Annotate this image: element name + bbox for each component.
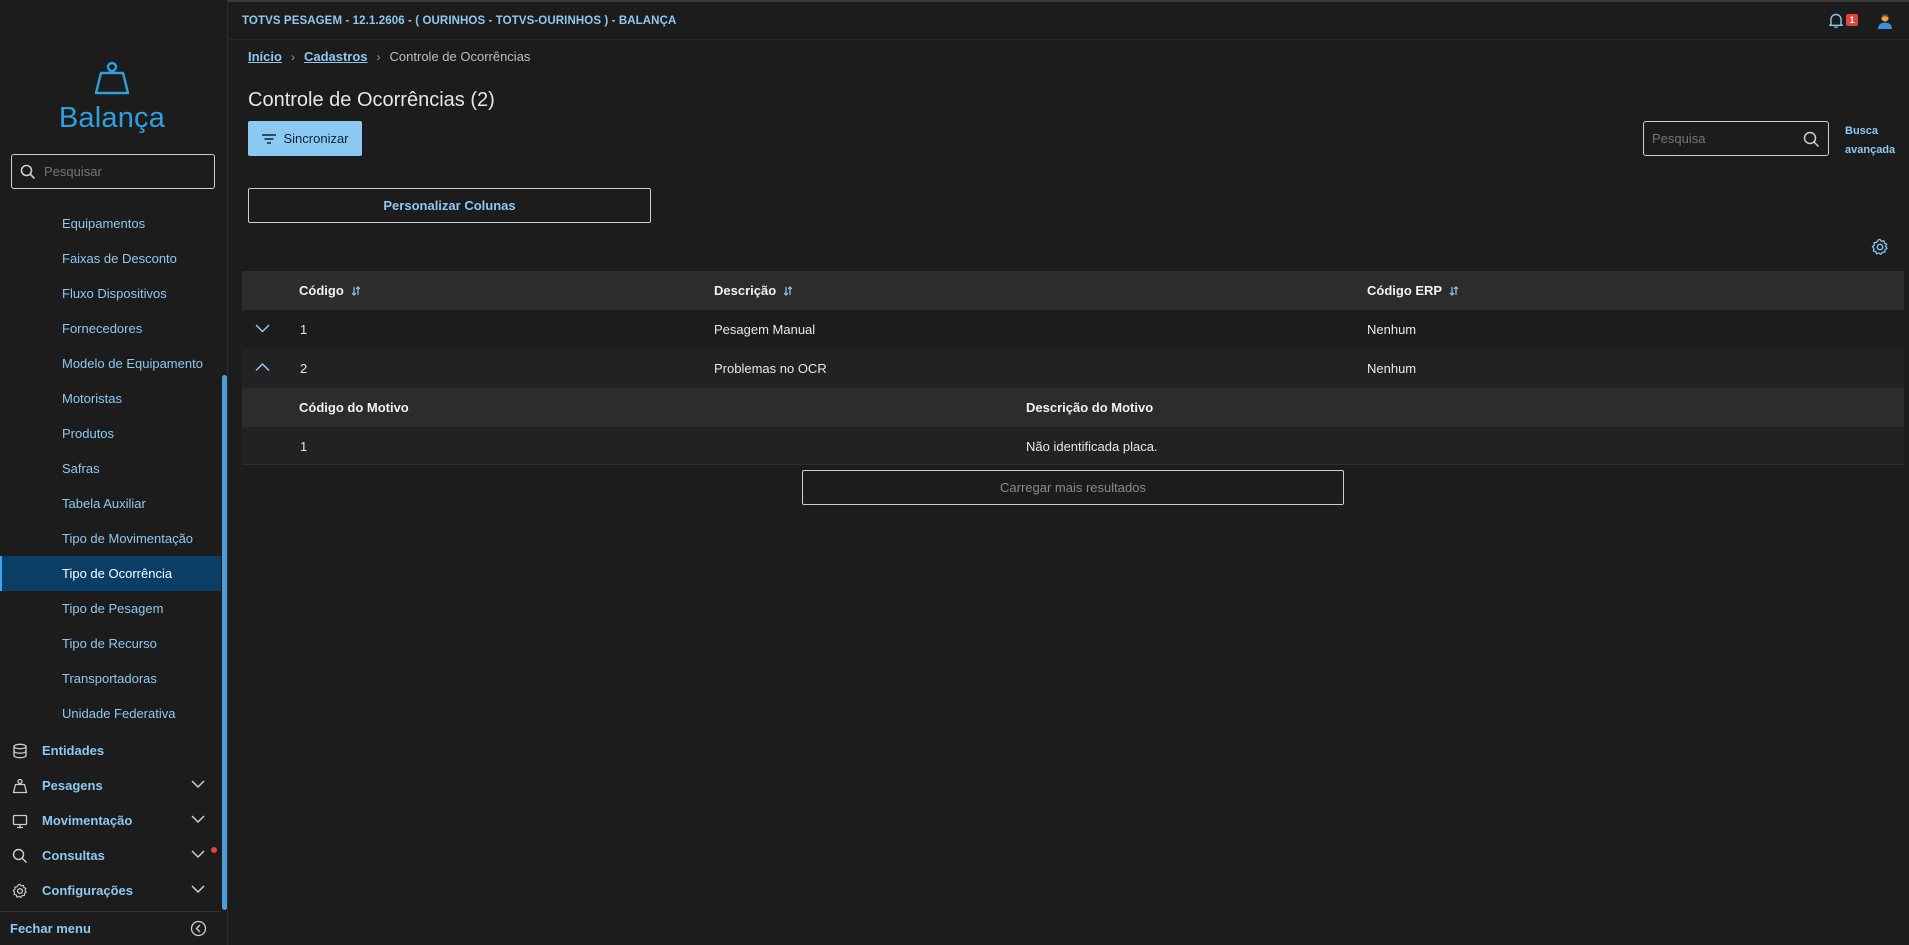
- cell-codigo-erp: Nenhum: [1367, 361, 1417, 376]
- column-header-label: Descrição: [714, 283, 777, 298]
- sidebar-scrollbar[interactable]: [222, 375, 227, 910]
- column-header-label: Código: [299, 283, 344, 298]
- breadcrumb-cadastros-link[interactable]: Cadastros: [304, 49, 368, 64]
- weight-icon: [12, 778, 28, 793]
- sort-icon: [1449, 285, 1459, 296]
- sidebar-item-fluxo-dispositivos[interactable]: Fluxo Dispositivos: [0, 276, 221, 311]
- cell-descricao: Problemas no OCR: [714, 361, 827, 376]
- detail-column-header-descricao-motivo: Descrição do Motivo: [1026, 400, 1154, 415]
- bell-icon[interactable]: [1828, 12, 1844, 29]
- page-title: Controle de Ocorrências (2): [248, 89, 495, 111]
- chevron-right-icon: ›: [376, 49, 381, 64]
- database-icon: [13, 743, 27, 758]
- app-title: TOTVS PESAGEM - 12.1.2606 - ( OURINHOS -…: [242, 14, 677, 27]
- sidebar-group-movimentacao[interactable]: Movimentação: [0, 803, 215, 838]
- sidebar-group-pesagens[interactable]: Pesagens: [0, 768, 215, 803]
- search-input[interactable]: [1652, 131, 1797, 146]
- occurrences-table: Código Descrição Código ERP 1 Pesagem Ma…: [242, 271, 1904, 465]
- sidebar-search-input[interactable]: [44, 164, 194, 179]
- detail-cell-codigo: 1: [300, 439, 308, 454]
- sidebar-item-tipo-de-movimentacao[interactable]: Tipo de Movimentação: [0, 521, 221, 556]
- breadcrumb-home-link[interactable]: Início: [248, 49, 282, 64]
- sidebar-item-fornecedores[interactable]: Fornecedores: [0, 311, 221, 346]
- detail-table-row: 1 Não identificada placa.: [242, 427, 1904, 465]
- notification-dot: [211, 847, 217, 853]
- column-header-codigo-erp[interactable]: Código ERP: [1367, 283, 1459, 298]
- app-logo: Balança: [0, 60, 224, 135]
- sidebar-item-tipo-de-pesagem[interactable]: Tipo de Pesagem: [0, 591, 221, 626]
- sidebar-item-equipamentos[interactable]: Equipamentos: [0, 206, 221, 241]
- sidebar-group-label: Entidades: [42, 743, 105, 758]
- table-settings-gear-icon[interactable]: [1871, 238, 1889, 256]
- weight-bag-icon: [94, 61, 130, 95]
- sidebar-search[interactable]: [11, 154, 215, 189]
- chevron-up-icon[interactable]: [255, 362, 270, 372]
- notification-badge: 1: [1846, 14, 1858, 26]
- sync-button-label: Sincronizar: [283, 131, 349, 146]
- table-row[interactable]: 2 Problemas no OCR Nenhum: [242, 349, 1904, 388]
- column-header-label: Código ERP: [1367, 283, 1443, 298]
- chevron-down-icon: [191, 815, 205, 824]
- sidebar-group-label: Pesagens: [42, 778, 103, 793]
- top-bar: TOTVS PESAGEM - 12.1.2606 - ( OURINHOS -…: [229, 2, 1909, 40]
- sidebar-group-configuracoes[interactable]: Configurações: [0, 873, 215, 908]
- close-menu-button[interactable]: Fechar menu: [0, 911, 221, 945]
- breadcrumb-current: Controle de Ocorrências: [389, 49, 531, 64]
- cell-codigo: 2: [300, 361, 308, 376]
- sidebar: Balança Equipamentos Faixas de Desconto …: [0, 0, 228, 945]
- column-header-descricao[interactable]: Descrição: [714, 283, 793, 298]
- chevron-right-icon: ›: [290, 49, 295, 64]
- sidebar-item-safras[interactable]: Safras: [0, 451, 221, 486]
- breadcrumb: Início › Cadastros › Controle de Ocorrên…: [248, 49, 530, 64]
- cell-codigo-erp: Nenhum: [1367, 322, 1417, 337]
- sidebar-item-tipo-de-recurso[interactable]: Tipo de Recurso: [0, 626, 221, 661]
- sidebar-item-modelo-de-equipamento[interactable]: Modelo de Equipamento: [0, 346, 221, 381]
- chevron-down-icon: [191, 885, 205, 894]
- sort-icon: [783, 285, 793, 296]
- sidebar-item-tabela-auxiliar[interactable]: Tabela Auxiliar: [0, 486, 221, 521]
- search-icon: [12, 848, 27, 863]
- gear-icon: [12, 883, 27, 898]
- monitor-icon: [12, 814, 28, 828]
- search-icon: [20, 164, 36, 179]
- sidebar-item-transportadoras[interactable]: Transportadoras: [0, 661, 221, 696]
- sidebar-item-motoristas[interactable]: Motoristas: [0, 381, 221, 416]
- user-avatar-icon[interactable]: [1876, 12, 1894, 30]
- search-field[interactable]: [1643, 121, 1829, 156]
- sync-button[interactable]: Sincronizar: [248, 121, 362, 156]
- cell-codigo: 1: [300, 322, 308, 337]
- close-menu-label: Fechar menu: [10, 921, 91, 936]
- detail-cell-descricao: Não identificada placa.: [1026, 439, 1158, 454]
- sidebar-group-label: Consultas: [42, 848, 105, 863]
- detail-table-header: Código do Motivo Descrição do Motivo: [242, 388, 1904, 427]
- cell-descricao: Pesagem Manual: [714, 322, 816, 337]
- sort-icon: [351, 285, 361, 296]
- sidebar-item-faixas-de-desconto[interactable]: Faixas de Desconto: [0, 241, 221, 276]
- sidebar-item-tipo-de-ocorrencia[interactable]: Tipo de Ocorrência: [0, 556, 221, 591]
- sidebar-group-entidades[interactable]: Entidades: [0, 733, 215, 768]
- sidebar-item-produtos[interactable]: Produtos: [0, 416, 221, 451]
- load-more-button[interactable]: Carregar mais resultados: [802, 470, 1344, 505]
- search-icon[interactable]: [1803, 131, 1820, 148]
- filter-icon: [262, 133, 277, 144]
- chevron-down-icon: [191, 850, 205, 859]
- sidebar-item-unidade-federativa[interactable]: Unidade Federativa: [0, 696, 221, 731]
- chevron-down-icon[interactable]: [255, 323, 270, 333]
- sidebar-group-consultas[interactable]: Consultas: [0, 838, 215, 873]
- sidebar-group-label: Movimentação: [42, 813, 133, 828]
- customize-columns-button[interactable]: Personalizar Colunas: [248, 188, 651, 223]
- chevron-down-icon: [191, 780, 205, 789]
- sidebar-menu: Equipamentos Faixas de Desconto Fluxo Di…: [0, 206, 221, 731]
- sidebar-group-label: Configurações: [42, 883, 134, 898]
- table-header: Código Descrição Código ERP: [242, 271, 1904, 310]
- column-header-codigo[interactable]: Código: [299, 283, 361, 298]
- collapse-left-icon: [190, 920, 207, 937]
- table-row[interactable]: 1 Pesagem Manual Nenhum: [242, 310, 1904, 349]
- advanced-search-link[interactable]: Busca avançada: [1845, 122, 1901, 160]
- detail-column-header-codigo-motivo: Código do Motivo: [299, 400, 409, 415]
- logo-text: Balança: [58, 102, 166, 134]
